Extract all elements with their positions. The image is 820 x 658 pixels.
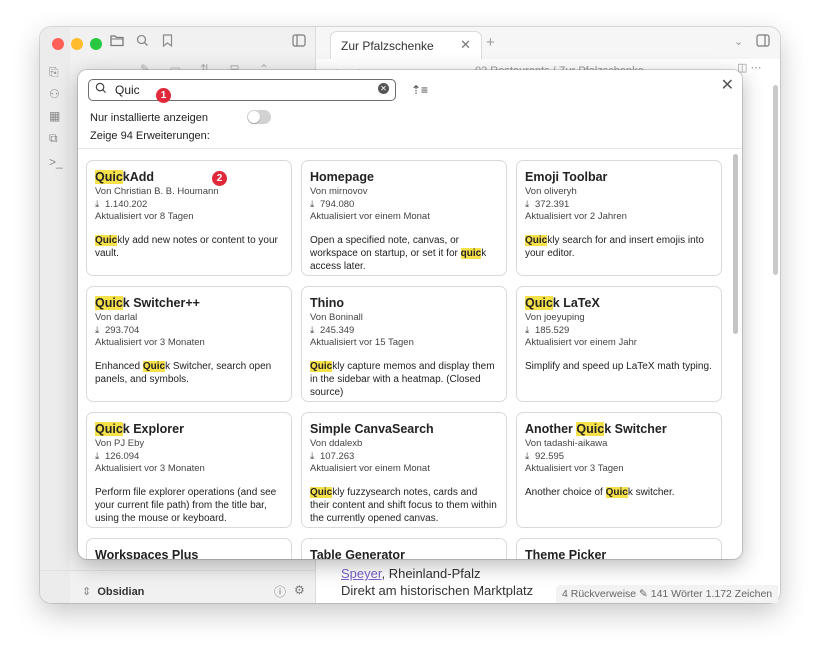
download-icon: ⤓: [95, 324, 100, 336]
folder-icon[interactable]: [110, 34, 124, 50]
settings-icon[interactable]: ⚙: [294, 583, 305, 597]
open-quick-switcher-icon[interactable]: ⎘: [49, 65, 59, 80]
note-line-location: Speyer, Rheinland-Pfalz: [341, 566, 481, 581]
download-icon: ⤓: [310, 450, 315, 462]
plugin-card-workspaces-plus[interactable]: Workspaces Plus: [86, 538, 292, 559]
tab-zur-pfalzschenke[interactable]: Zur Pfalzschenke ✕: [330, 31, 482, 59]
installed-only-toggle[interactable]: [247, 110, 271, 124]
download-icon: ⤓: [525, 324, 530, 336]
new-tab-icon[interactable]: +: [486, 34, 495, 51]
plugin-card-simple-canvasearch[interactable]: Simple CanvaSearch Von ddalexb ⤓ 107.263 …: [301, 412, 507, 528]
vault-switcher[interactable]: ⇕ Obsidian: [82, 585, 144, 598]
templates-icon[interactable]: ⧉: [49, 131, 58, 146]
sidebar-toggle-icon[interactable]: [292, 34, 306, 50]
plugin-count: Zeige 94 Erweiterungen:: [90, 130, 210, 142]
zoom-window-button[interactable]: [90, 38, 102, 50]
reading-view-icon[interactable]: ◫ ⋯: [737, 61, 761, 74]
tab-title: Zur Pfalzschenke: [341, 39, 434, 53]
download-icon: ⤓: [95, 198, 100, 210]
plugin-card-quick-explorer[interactable]: Quick Explorer Von PJ Eby ⤓ 126.094 Aktua…: [86, 412, 292, 528]
close-window-button[interactable]: [52, 38, 64, 50]
download-icon: ⤓: [525, 198, 530, 210]
modal-scrollbar[interactable]: [733, 154, 738, 334]
download-icon: ⤓: [310, 324, 315, 336]
close-icon[interactable]: ✕: [721, 75, 734, 95]
graph-view-icon[interactable]: ⚇: [49, 87, 60, 101]
annotation-badge-1: 1: [156, 88, 171, 103]
plugin-card-theme-picker[interactable]: Theme Picker: [516, 538, 722, 559]
plugin-card-another-quick-switcher[interactable]: Another Quick Switcher Von tadashi-aikaw…: [516, 412, 722, 528]
right-sidebar-toggle-icon[interactable]: [756, 34, 770, 50]
search-icon[interactable]: [136, 34, 149, 50]
minimize-window-button[interactable]: [71, 38, 83, 50]
plugin-grid: QuickAdd Von Christian B. B. Houmann ⤓ 1.…: [78, 148, 742, 559]
canvas-icon[interactable]: ▦: [49, 109, 60, 123]
plugin-card-quick-switcher-plus[interactable]: Quick Switcher++ Von darlal ⤓ 293.704 Akt…: [86, 286, 292, 402]
help-icon[interactable]: ⓘ: [274, 583, 286, 600]
sort-icon[interactable]: ⇡≡: [411, 83, 428, 97]
download-icon: ⤓: [310, 198, 315, 210]
search-input[interactable]: Quic ✕: [88, 79, 396, 101]
download-icon: ⤓: [95, 450, 100, 462]
bookmark-icon[interactable]: [162, 34, 173, 50]
installed-only-label: Nur installierte anzeigen: [90, 112, 209, 124]
sidebar-divider: [40, 570, 316, 571]
search-value: Quic: [115, 83, 140, 97]
terminal-icon[interactable]: >_: [49, 155, 63, 169]
close-icon[interactable]: ✕: [460, 37, 471, 53]
editor-scrollbar[interactable]: [773, 85, 778, 275]
download-icon: ⤓: [525, 450, 530, 462]
status-bar: 4 Rückverweise ✎ 141 Wörter 1.172 Zeiche…: [556, 585, 779, 603]
search-icon: [95, 82, 107, 97]
community-plugins-modal: ✕ Quic ✕ ⇡≡ 1 Nur installierte anzeigen …: [78, 70, 742, 559]
annotation-badge-2: 2: [212, 171, 227, 186]
clear-search-button[interactable]: ✕: [378, 83, 389, 94]
plugin-card-table-generator[interactable]: Table Generator: [301, 538, 507, 559]
plugin-card-homepage[interactable]: Homepage Von mirnovov ⤓ 794.080 Aktualisi…: [301, 160, 507, 276]
chevron-down-icon[interactable]: ⌄: [734, 35, 743, 48]
note-link-speyer[interactable]: Speyer: [341, 566, 381, 581]
note-line-description: Direkt am historischen Marktplatz: [341, 583, 534, 598]
plugin-card-quickadd[interactable]: QuickAdd Von Christian B. B. Houmann ⤓ 1.…: [86, 160, 292, 276]
plugin-card-emoji-toolbar[interactable]: Emoji Toolbar Von oliveryh ⤓ 372.391 Aktu…: [516, 160, 722, 276]
plugin-card-thino[interactable]: Thino Von Boninall ⤓ 245.349 Aktualisiert…: [301, 286, 507, 402]
plugin-card-quick-latex[interactable]: Quick LaTeX Von joeyuping ⤓ 185.529 Aktua…: [516, 286, 722, 402]
